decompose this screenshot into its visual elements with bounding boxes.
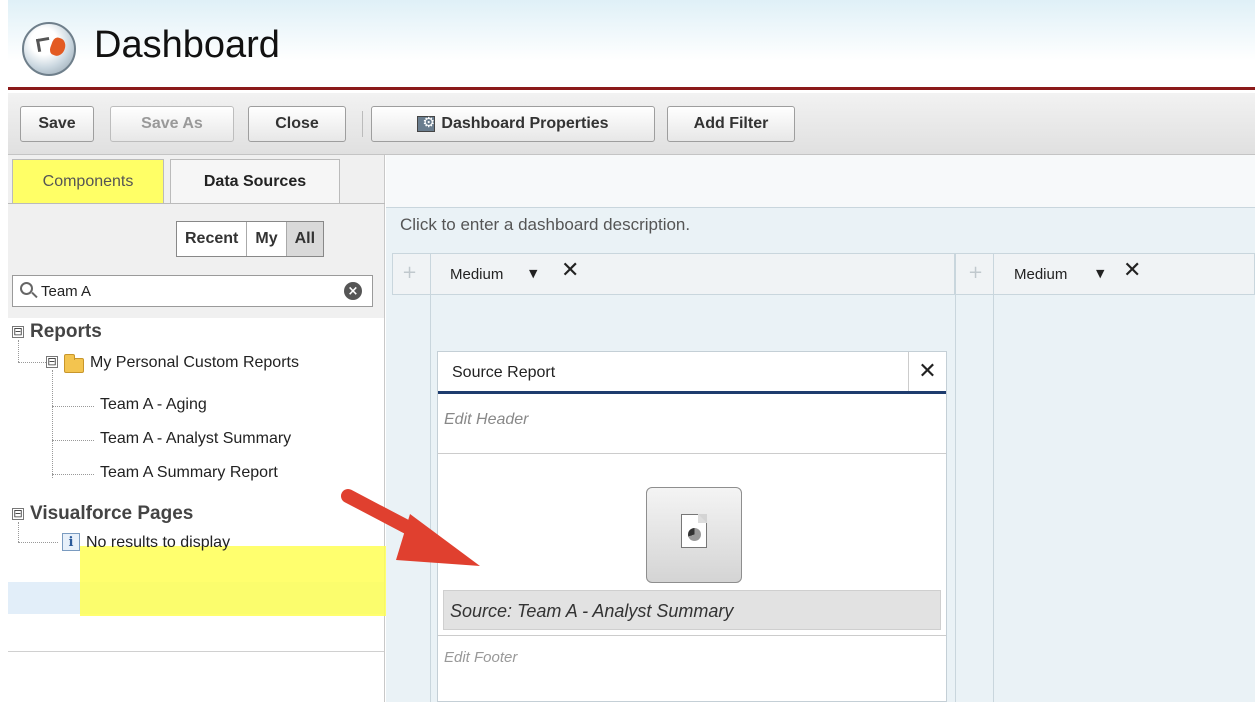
toolbar-divider [362, 111, 363, 137]
chevron-down-icon[interactable]: ▼ [529, 267, 537, 280]
add-column-icon[interactable]: + [968, 262, 983, 283]
edit-footer-field[interactable]: Edit Footer [444, 649, 517, 666]
column-1-width-select[interactable]: Medium [450, 266, 503, 283]
component-type-button[interactable] [646, 487, 742, 583]
dashboard-properties-label: Dashboard Properties [441, 115, 609, 132]
info-icon: i [62, 533, 80, 551]
search-icon [20, 282, 33, 295]
source-drop-zone[interactable]: Source: Team A - Analyst Summary [443, 590, 941, 630]
chevron-down-icon[interactable]: ▼ [1096, 267, 1104, 280]
search-input[interactable] [41, 280, 341, 302]
component-title: Source Report [452, 364, 556, 381]
page-title: Dashboard [94, 24, 280, 66]
report-document-icon [681, 514, 707, 548]
add-filter-button[interactable]: Add Filter [667, 106, 795, 142]
edit-header-field[interactable]: Edit Header [444, 411, 529, 429]
tree-folder-my-personal-custom-reports[interactable]: My Personal Custom Reports [90, 354, 299, 372]
tab-data-sources[interactable]: Data Sources [170, 159, 340, 203]
reports-group-label[interactable]: Reports [30, 321, 102, 343]
no-results-message: No results to display [86, 534, 231, 551]
filter-recent-button[interactable]: Recent [177, 222, 248, 256]
properties-gear-icon [417, 115, 436, 132]
dashboard-component[interactable]: Source Report ✕ Edit Header Source: Team… [437, 351, 947, 702]
source-filter-segment: Recent My All [176, 221, 325, 257]
page-header: Dashboard [8, 0, 1255, 90]
tree-item-report[interactable]: Team A Summary Report [100, 464, 278, 482]
dashboard-properties-button[interactable]: Dashboard Properties [371, 106, 655, 142]
filter-my-button[interactable]: My [247, 222, 287, 256]
data-source-tree: ⊟ Reports ⊟ My Personal Custom Reports T… [8, 318, 388, 702]
save-button[interactable]: Save [20, 106, 94, 142]
column-2-body [993, 295, 1255, 702]
tree-item-report[interactable]: Team A - Aging [100, 396, 207, 414]
component-header: Source Report ✕ [438, 352, 946, 394]
remove-component-icon[interactable]: ✕ [908, 352, 946, 391]
reports-collapse-icon[interactable]: ⊟ [12, 326, 24, 338]
toolbar: Save Save As Close Dashboard Properties … [8, 93, 1255, 155]
folder-icon [64, 354, 84, 373]
filter-all-button[interactable]: All [286, 222, 324, 256]
add-column-icon[interactable]: + [402, 262, 417, 283]
clear-search-icon[interactable]: × [344, 282, 362, 300]
dashboard-description[interactable]: Click to enter a dashboard description. [400, 215, 690, 235]
remove-column-1-icon[interactable]: ✕ [561, 258, 579, 283]
red-arrow-annotation [341, 489, 480, 566]
search-box: × [12, 275, 373, 307]
left-panel: Components Data Sources Recent My All × … [8, 155, 388, 702]
dashboard-canvas: Click to enter a dashboard description. … [386, 155, 1255, 702]
source-label: Source: Team A - Analyst Summary [450, 601, 734, 621]
dashboard-gauge-icon [22, 22, 76, 76]
tree-item-report[interactable]: Team A - Analyst Summary [100, 430, 291, 448]
save-as-button[interactable]: Save As [110, 106, 234, 142]
column-2-header [955, 253, 1255, 295]
remove-column-2-icon[interactable]: ✕ [1123, 258, 1141, 283]
column-2-width-select[interactable]: Medium [1014, 266, 1067, 283]
visualforce-group-label[interactable]: Visualforce Pages [30, 503, 193, 525]
folder-collapse-icon[interactable]: ⊟ [46, 356, 58, 368]
visualforce-collapse-icon[interactable]: ⊟ [12, 508, 24, 520]
close-button[interactable]: Close [248, 106, 346, 142]
tab-components[interactable]: Components [12, 159, 164, 203]
